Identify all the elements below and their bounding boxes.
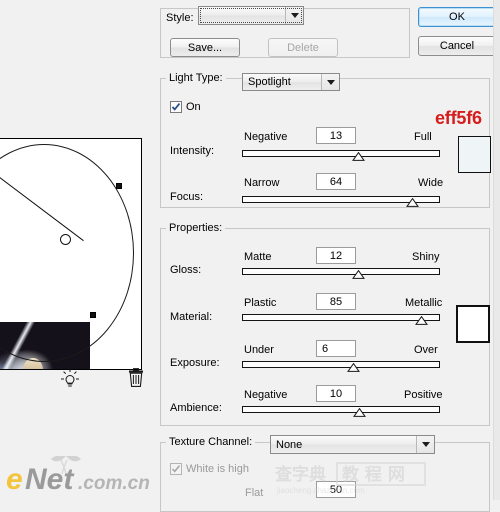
- exposure-label: Exposure:: [170, 357, 220, 369]
- gloss-slider-track[interactable]: [242, 268, 440, 275]
- exposure-value-field[interactable]: 6: [316, 340, 356, 357]
- light-on-label: On: [186, 101, 201, 113]
- light-bulb-icon[interactable]: [60, 368, 80, 390]
- watermark-cjk-2: 教 程 网: [341, 464, 405, 485]
- chevron-down-icon: [321, 74, 339, 90]
- properties-group-label: Properties:: [166, 222, 226, 234]
- intensity-value-field[interactable]: 13: [316, 127, 356, 144]
- material-slider-thumb[interactable]: [415, 315, 428, 325]
- style-dropdown[interactable]: [198, 6, 304, 25]
- gloss-slider-thumb[interactable]: [352, 269, 365, 279]
- chevron-down-icon: [285, 7, 303, 24]
- exposure-min-label: Under: [244, 344, 274, 356]
- enet-watermark: e Net .com.cn: [4, 455, 164, 496]
- intensity-min-label: Negative: [244, 131, 288, 143]
- lighting-preview-canvas[interactable]: [0, 138, 142, 370]
- focus-value-field[interactable]: 64: [316, 173, 356, 190]
- lighting-effects-dialog: Style: Save... Delete OK Cancel Light Ty…: [150, 0, 500, 512]
- thumbnail-light-beam: [0, 322, 70, 369]
- light-type-dropdown[interactable]: Spotlight: [242, 73, 340, 91]
- cancel-button[interactable]: Cancel: [418, 36, 496, 56]
- gloss-label: Gloss:: [170, 264, 202, 276]
- svg-text:.com.cn: .com.cn: [78, 473, 150, 494]
- ellipse-handle-top-right[interactable]: [116, 183, 122, 189]
- save-button[interactable]: Save...: [170, 38, 240, 57]
- material-label: Material:: [170, 311, 213, 323]
- intensity-slider-thumb[interactable]: [352, 151, 365, 161]
- light-color-swatch[interactable]: [458, 136, 491, 173]
- white-is-high-label: White is high: [186, 463, 249, 475]
- ambience-slider-track[interactable]: [242, 406, 440, 413]
- material-value-field[interactable]: 85: [316, 293, 356, 310]
- vertical-scrollbar[interactable]: [493, 0, 500, 500]
- delete-button: Delete: [268, 38, 338, 57]
- ellipse-handle-bottom-right[interactable]: [90, 312, 96, 318]
- exposure-max-label: Over: [414, 344, 438, 356]
- exposure-slider-thumb[interactable]: [347, 362, 360, 372]
- gloss-max-label: Shiny: [412, 251, 440, 263]
- watermark-cjk-1: 查字典: [275, 464, 326, 485]
- material-max-label: Metallic: [405, 297, 443, 309]
- texture-channel-dropdown[interactable]: None: [270, 435, 435, 454]
- gloss-min-label: Matte: [244, 251, 272, 263]
- light-type-group-label: Light Type:: [166, 72, 226, 84]
- texture-channel-group-label: Texture Channel:: [166, 436, 256, 448]
- style-label: Style:: [166, 12, 194, 24]
- chevron-down-icon: [416, 436, 434, 453]
- material-color-swatch[interactable]: [456, 305, 490, 343]
- trash-icon[interactable]: [127, 367, 145, 389]
- ambience-min-label: Negative: [244, 389, 288, 401]
- intensity-max-label: Full: [414, 131, 432, 143]
- ambience-max-label: Positive: [404, 389, 443, 401]
- intensity-label: Intensity:: [170, 145, 215, 157]
- focus-max-label: Wide: [418, 177, 444, 189]
- thumbnail-figure: [20, 369, 49, 370]
- material-slider-track[interactable]: [242, 314, 440, 321]
- ok-button[interactable]: OK: [418, 7, 496, 27]
- ambience-slider-thumb[interactable]: [353, 407, 366, 417]
- focus-slider-thumb[interactable]: [406, 197, 419, 207]
- preview-thumbnail-image: [0, 322, 90, 370]
- focus-label: Focus:: [170, 191, 204, 203]
- texture-channel-value: None: [276, 438, 303, 451]
- gloss-value-field[interactable]: 12: [316, 247, 356, 264]
- light-center-handle[interactable]: [60, 234, 71, 245]
- light-type-value: Spotlight: [248, 76, 291, 88]
- intensity-slider-track[interactable]: [242, 150, 440, 157]
- exposure-slider-track[interactable]: [242, 361, 440, 368]
- ambience-label: Ambience:: [170, 402, 222, 414]
- height-min-label: Flat: [245, 487, 264, 499]
- focus-min-label: Narrow: [244, 177, 280, 189]
- light-on-checkbox[interactable]: [170, 101, 182, 113]
- hex-annotation: eff5f6: [435, 108, 482, 128]
- svg-text:e: e: [6, 463, 23, 496]
- preview-column: [0, 0, 150, 500]
- material-min-label: Plastic: [244, 297, 277, 309]
- ambience-value-field[interactable]: 10: [316, 385, 356, 402]
- white-is-high-checkbox: [170, 463, 182, 475]
- chazidian-watermark: 查字典 教 程 网 jiaocheng.chazidian.com: [274, 462, 495, 498]
- watermark-url: jiaocheng.chazidian.com: [276, 486, 365, 495]
- svg-text:Net: Net: [25, 463, 75, 496]
